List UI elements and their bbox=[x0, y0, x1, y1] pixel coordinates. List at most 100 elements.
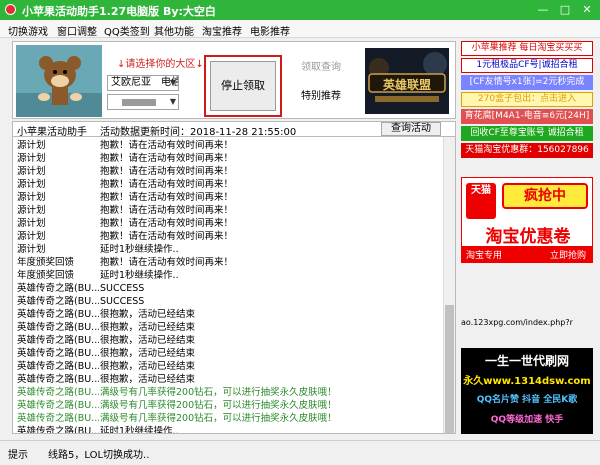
log-message: 延时1秒继续操作.. bbox=[100, 426, 179, 434]
log-row[interactable]: 英雄传奇之路(BU... 满级号有几率获得200钻石，可以进行抽奖永久皮肤哦！ bbox=[13, 412, 445, 425]
log-message: 很抱歉，活动已经结束 bbox=[100, 335, 196, 346]
log-row[interactable]: 源计划 抱歉！请在活动有效时间再来！ bbox=[13, 139, 445, 152]
log-activity-name: 英雄传奇之路(BU... bbox=[17, 322, 99, 333]
log-message: 抱歉！请在活动有效时间再来！ bbox=[100, 257, 234, 268]
log-activity-name: 源计划 bbox=[17, 218, 46, 229]
log-activity-name: 英雄传奇之路(BU... bbox=[17, 400, 99, 411]
ad-url[interactable]: ao.123xpg.com/index.php?r bbox=[461, 318, 593, 338]
dsw-line3: QQ名片赞 抖音 全民K歌 bbox=[476, 395, 578, 405]
log-activity-name: 源计划 bbox=[17, 140, 46, 151]
scroll-thumb[interactable] bbox=[445, 305, 454, 433]
log-row[interactable]: 英雄传奇之路(BU... 很抱歉，活动已经结束 bbox=[13, 347, 445, 360]
log-activity-name: 英雄传奇之路(BU... bbox=[17, 387, 99, 398]
log-activity-name: 英雄传奇之路(BU... bbox=[17, 296, 99, 307]
promo-link[interactable]: [CF友情号x1张]=2元秒完成 bbox=[461, 75, 593, 90]
dsw-ad[interactable]: 一生一世代刷网 永久www.1314dsw.com QQ名片赞 抖音 全民K歌 … bbox=[461, 348, 593, 434]
log-activity-name: 英雄传奇之路(BU... bbox=[17, 348, 99, 359]
log-row[interactable]: 源计划 抱歉！请在活动有效时间再来！ bbox=[13, 204, 445, 217]
log-row[interactable]: 年度颁奖回馈 抱歉！请在活动有效时间再来！ bbox=[13, 256, 445, 269]
log-row[interactable]: 源计划 抱歉！请在活动有效时间再来！ bbox=[13, 191, 445, 204]
dsw-line1: 一生一世代刷网 bbox=[484, 354, 569, 368]
dsw-line4: QQ等级加速 快手 bbox=[490, 415, 564, 425]
log-row[interactable]: 英雄传奇之路(BU... SUCCESS bbox=[13, 295, 445, 308]
menu-switch-game[interactable]: 切换游戏 bbox=[8, 23, 48, 38]
restore-button[interactable]: □ bbox=[554, 0, 576, 20]
tmall-headline: 疯抢中 bbox=[502, 183, 588, 209]
log-row[interactable]: 英雄传奇之路(BU... SUCCESS bbox=[13, 282, 445, 295]
log-row[interactable]: 英雄传奇之路(BU... 很抱歉，活动已经结束 bbox=[13, 360, 445, 373]
log-activity-name: 源计划 bbox=[17, 153, 46, 164]
promo-link[interactable]: 育花腐[M4A1-电音≡6元[24H] bbox=[461, 109, 593, 124]
promo-link[interactable]: 1元租极品CF号|诚招合租 bbox=[461, 58, 593, 73]
menu-taobao[interactable]: 淘宝推荐 bbox=[202, 23, 242, 38]
app-icon bbox=[5, 4, 16, 15]
log-activity-name: 源计划 bbox=[17, 192, 46, 203]
log-activity-name: 年度颁奖回馈 bbox=[17, 257, 75, 268]
tmall-footer-right[interactable]: 立即抢购 bbox=[550, 248, 586, 261]
log-message: 抱歉！请在活动有效时间再来！ bbox=[100, 231, 234, 242]
statusbar-label: 提示 bbox=[8, 450, 28, 461]
log-activity-name: 英雄传奇之路(BU... bbox=[17, 426, 99, 434]
log-message: 延时1秒继续操作.. bbox=[100, 244, 179, 255]
log-activity-name: 源计划 bbox=[17, 166, 46, 177]
log-row[interactable]: 英雄传奇之路(BU... 满级号有几率获得200钻石，可以进行抽奖永久皮肤哦！ bbox=[13, 386, 445, 399]
log-activity-name: 英雄传奇之路(BU... bbox=[17, 361, 99, 372]
select-region-hint: ↓请选择你的大区↓ bbox=[117, 59, 204, 70]
log-message: 延时1秒继续操作.. bbox=[100, 270, 179, 281]
menu-other-features[interactable]: 其他功能 bbox=[154, 23, 194, 38]
log-row[interactable]: 英雄传奇之路(BU... 很抱歉，活动已经结束 bbox=[13, 321, 445, 334]
log-activity-name: 英雄传奇之路(BU... bbox=[17, 283, 99, 294]
promo-link[interactable]: 270盒子包出：点击进入 bbox=[461, 92, 593, 107]
lol-banner[interactable]: 英雄联盟 bbox=[365, 48, 449, 114]
log-row[interactable]: 源计划 抱歉！请在活动有效时间再来！ bbox=[13, 152, 445, 165]
log-row[interactable]: 英雄传奇之路(BU... 延时1秒继续操作.. bbox=[13, 425, 445, 434]
tmall-footer-left: 淘宝专用 bbox=[466, 251, 503, 261]
log-activity-name: 英雄传奇之路(BU... bbox=[17, 335, 99, 346]
log-row[interactable]: 源计划 抱歉！请在活动有效时间再来！ bbox=[13, 230, 445, 243]
log-row[interactable]: 英雄传奇之路(BU... 很抱歉，活动已经结束 bbox=[13, 308, 445, 321]
promo-link[interactable]: 天猫淘宝优惠群：156027896 bbox=[461, 143, 593, 158]
log-activity-name: 英雄传奇之路(BU... bbox=[17, 309, 99, 320]
avatar-image bbox=[16, 45, 102, 117]
log-message: 满级号有几率获得200钻石，可以进行抽奖永久皮肤哦！ bbox=[100, 387, 337, 398]
dsw-line2: 永久www.1314dsw.com bbox=[463, 376, 591, 387]
log-row[interactable]: 英雄传奇之路(BU... 很抱歉，活动已经结束 bbox=[13, 373, 445, 386]
title-bar: 小苹果活动助手1.27电脑版 By:大空白 — □ ✕ bbox=[0, 0, 600, 20]
claim-query-button[interactable]: 领取查询 bbox=[286, 57, 356, 79]
region-select-value: 艾欧尼亚 电信 bbox=[111, 77, 179, 88]
query-activity-button[interactable]: 查询活动 bbox=[381, 122, 441, 136]
promo-link[interactable]: 小苹果推荐 每日淘宝买买买 bbox=[461, 41, 593, 56]
menu-window-adjust[interactable]: 窗口调整 bbox=[57, 23, 97, 38]
log-row[interactable]: 源计划 抱歉！请在活动有效时间再来！ bbox=[13, 178, 445, 191]
log-row[interactable]: 英雄传奇之路(BU... 满级号有几率获得200钻石，可以进行抽奖永久皮肤哦！ bbox=[13, 399, 445, 412]
log-message: 抱歉！请在活动有效时间再来！ bbox=[100, 153, 234, 164]
log-activity-name: 源计划 bbox=[17, 231, 46, 242]
log-row[interactable]: 源计划 延时1秒继续操作.. bbox=[13, 243, 445, 256]
menu-movies[interactable]: 电影推荐 bbox=[250, 23, 290, 38]
special-recommend-button[interactable]: 特别推荐 bbox=[286, 86, 356, 108]
menu-qq-signin[interactable]: QQ类签到 bbox=[104, 23, 150, 38]
close-button[interactable]: ✕ bbox=[576, 0, 598, 20]
minimize-button[interactable]: — bbox=[532, 0, 554, 20]
server-select[interactable]: ▼ bbox=[107, 94, 179, 110]
tmall-logo: 天猫 bbox=[466, 183, 496, 219]
chevron-down-icon: ▼ bbox=[169, 97, 176, 106]
log-row[interactable]: 英雄传奇之路(BU... 很抱歉，活动已经结束 bbox=[13, 334, 445, 347]
log-row[interactable]: 源计划 抱歉！请在活动有效时间再来！ bbox=[13, 165, 445, 178]
region-select[interactable]: 艾欧尼亚 电信 ▼ bbox=[107, 75, 179, 91]
log-row[interactable]: 源计划 抱歉！请在活动有效时间再来！ bbox=[13, 217, 445, 230]
log-message: 抱歉！请在活动有效时间再来！ bbox=[100, 179, 234, 190]
status-bar: 提示 线路5，LOL切换成功.. bbox=[0, 440, 600, 465]
stop-button-frame: 停止领取 bbox=[204, 55, 282, 117]
stop-claim-button[interactable]: 停止领取 bbox=[210, 61, 276, 111]
log-message: 抱歉！请在活动有效时间再来！ bbox=[100, 140, 234, 151]
tmall-ad[interactable]: 天猫 疯抢中 淘宝优惠卷 淘宝专用 立即抢购 bbox=[461, 177, 593, 263]
log-activity-name: 年度颁奖回馈 bbox=[17, 270, 75, 281]
log-activity-name: 源计划 bbox=[17, 179, 46, 190]
promo-link[interactable]: 回收CF至尊宝账号 诚招合租 bbox=[461, 126, 593, 141]
log-activity-name: 英雄传奇之路(BU... bbox=[17, 413, 99, 424]
window-title: 小苹果活动助手1.27电脑版 By:大空白 bbox=[22, 5, 216, 18]
log-row[interactable]: 年度颁奖回馈 延时1秒继续操作.. bbox=[13, 269, 445, 282]
log-message: 满级号有几率获得200钻石，可以进行抽奖永久皮肤哦！ bbox=[100, 413, 337, 424]
activity-log-list[interactable]: 源计划 抱歉！请在活动有效时间再来！ 源计划 抱歉！请在活动有效时间再来！ 源计划 抱歉！… bbox=[12, 136, 456, 434]
